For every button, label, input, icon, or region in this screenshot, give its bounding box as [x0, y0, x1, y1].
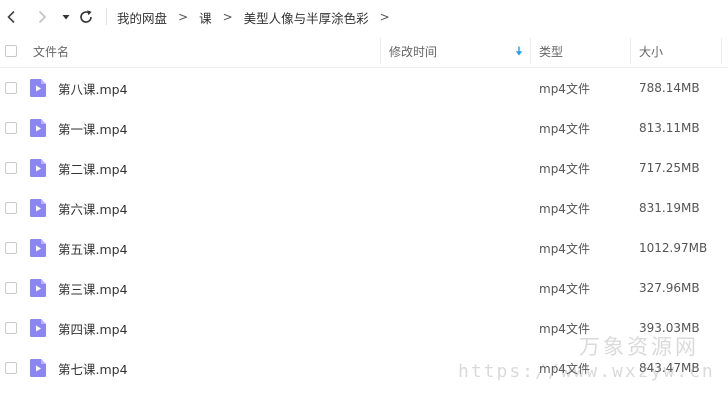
file-row[interactable]: 第六课.mp4 mp4文件 831.19MB [0, 188, 728, 228]
file-type: mp4文件 [539, 121, 590, 136]
file-size: 813.11MB [639, 121, 700, 135]
column-divider[interactable] [530, 38, 531, 64]
column-divider[interactable] [630, 38, 631, 64]
file-list-header: 文件名 修改时间 类型 大小 [0, 35, 728, 68]
video-file-icon [30, 359, 46, 377]
chevron-right-icon [38, 10, 47, 24]
file-row[interactable]: 第一课.mp4 mp4文件 813.11MB [0, 108, 728, 148]
row-checkbox[interactable] [5, 322, 17, 334]
file-type: mp4文件 [539, 161, 590, 176]
video-file-icon [30, 159, 46, 177]
video-file-icon [30, 79, 46, 97]
file-type: mp4文件 [539, 81, 590, 96]
column-header-size[interactable]: 大小 [639, 35, 663, 67]
breadcrumb-separator: > [222, 10, 233, 24]
file-size: 788.14MB [639, 81, 700, 95]
file-name[interactable]: 第三课.mp4 [58, 268, 128, 308]
column-divider[interactable] [721, 38, 722, 64]
column-header-name[interactable]: 文件名 [33, 35, 69, 67]
file-name[interactable]: 第二课.mp4 [58, 148, 128, 188]
file-row[interactable]: 第三课.mp4 mp4文件 327.96MB [0, 268, 728, 308]
row-checkbox[interactable] [5, 202, 17, 214]
file-name[interactable]: 第一课.mp4 [58, 108, 128, 148]
back-button[interactable] [2, 7, 22, 27]
file-name[interactable]: 第六课.mp4 [58, 188, 128, 228]
file-row[interactable]: 第五课.mp4 mp4文件 1012.97MB [0, 228, 728, 268]
breadcrumb-item-current[interactable]: 美型人像与半厚涂色彩 [244, 8, 369, 27]
file-name[interactable]: 第八课.mp4 [58, 68, 128, 108]
breadcrumb-separator: > [178, 10, 189, 24]
breadcrumb-item-folder[interactable]: 课 [199, 8, 212, 27]
file-name[interactable]: 第四课.mp4 [58, 308, 128, 348]
video-file-icon [30, 119, 46, 137]
breadcrumb-item-root[interactable]: 我的网盘 [117, 8, 167, 27]
file-name[interactable]: 第五课.mp4 [58, 228, 128, 268]
forward-button[interactable] [32, 7, 52, 27]
file-row[interactable]: 第八课.mp4 mp4文件 788.14MB [0, 68, 728, 108]
chevron-left-icon [7, 10, 15, 24]
row-checkbox[interactable] [5, 162, 17, 174]
file-manager-window: 我的网盘 > 课 > 美型人像与半厚涂色彩 > 文件名 修改时间 类型 大小 第… [0, 0, 728, 405]
breadcrumb: 我的网盘 > 课 > 美型人像与半厚涂色彩 > [117, 0, 401, 34]
file-type: mp4文件 [539, 201, 590, 216]
toolbar-divider [106, 8, 107, 25]
sort-button[interactable] [515, 35, 523, 67]
file-type: mp4文件 [539, 241, 590, 256]
select-all-checkbox[interactable] [5, 45, 17, 57]
row-checkbox[interactable] [5, 282, 17, 294]
row-checkbox[interactable] [5, 362, 17, 374]
file-size: 1012.97MB [639, 241, 708, 255]
watermark-url: https://www.wxzyw.cn [458, 361, 715, 382]
row-checkbox[interactable] [5, 122, 17, 134]
column-divider[interactable] [380, 38, 381, 64]
caret-down-icon [62, 15, 70, 20]
column-header-modified[interactable]: 修改时间 [389, 35, 437, 67]
file-name[interactable]: 第七课.mp4 [58, 348, 128, 388]
file-size: 717.25MB [639, 161, 700, 175]
video-file-icon [30, 279, 46, 297]
video-file-icon [30, 199, 46, 217]
file-size: 327.96MB [639, 281, 700, 295]
row-checkbox[interactable] [5, 242, 17, 254]
file-type: mp4文件 [539, 281, 590, 296]
sort-down-arrow-icon [515, 46, 523, 56]
row-checkbox[interactable] [5, 82, 17, 94]
file-row[interactable]: 第二课.mp4 mp4文件 717.25MB [0, 148, 728, 188]
video-file-icon [30, 239, 46, 257]
column-header-type[interactable]: 类型 [539, 35, 563, 67]
history-dropdown-button[interactable] [56, 7, 76, 27]
video-file-icon [30, 319, 46, 337]
refresh-icon [80, 10, 92, 23]
breadcrumb-separator: > [379, 10, 390, 24]
watermark-title: 万象资源网 [579, 335, 699, 359]
file-size: 831.19MB [639, 201, 700, 215]
refresh-button[interactable] [76, 7, 96, 27]
navigation-toolbar: 我的网盘 > 课 > 美型人像与半厚涂色彩 > [0, 0, 728, 34]
